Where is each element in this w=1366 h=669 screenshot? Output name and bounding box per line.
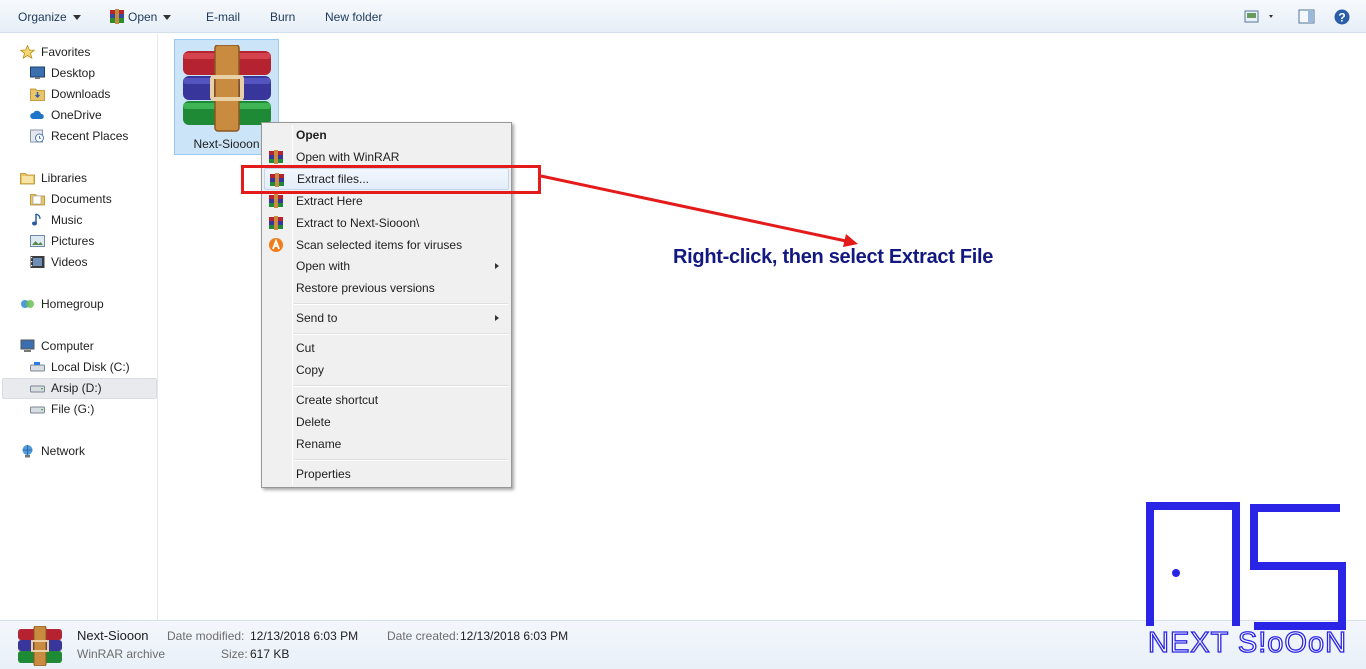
details-date-modified-value: 12/13/2018 6:03 PM [250, 629, 359, 643]
details-file-type: WinRAR archive [77, 647, 166, 661]
details-date-modified-label: Date modified: [167, 629, 245, 643]
details-date-created-value: 12/13/2018 6:03 PM [460, 629, 569, 643]
watermark-text: NEXT S!oOoN [1147, 626, 1348, 659]
details-file-name: Next-Siooon [77, 628, 149, 643]
details-size-value: 617 KB [250, 647, 290, 661]
details-size-label: Size: [221, 647, 248, 661]
details-date-created-label: Date created: [387, 629, 460, 643]
winrar-archive-icon [18, 626, 62, 666]
annotation-text: Right-click, then select Extract File [673, 246, 994, 268]
